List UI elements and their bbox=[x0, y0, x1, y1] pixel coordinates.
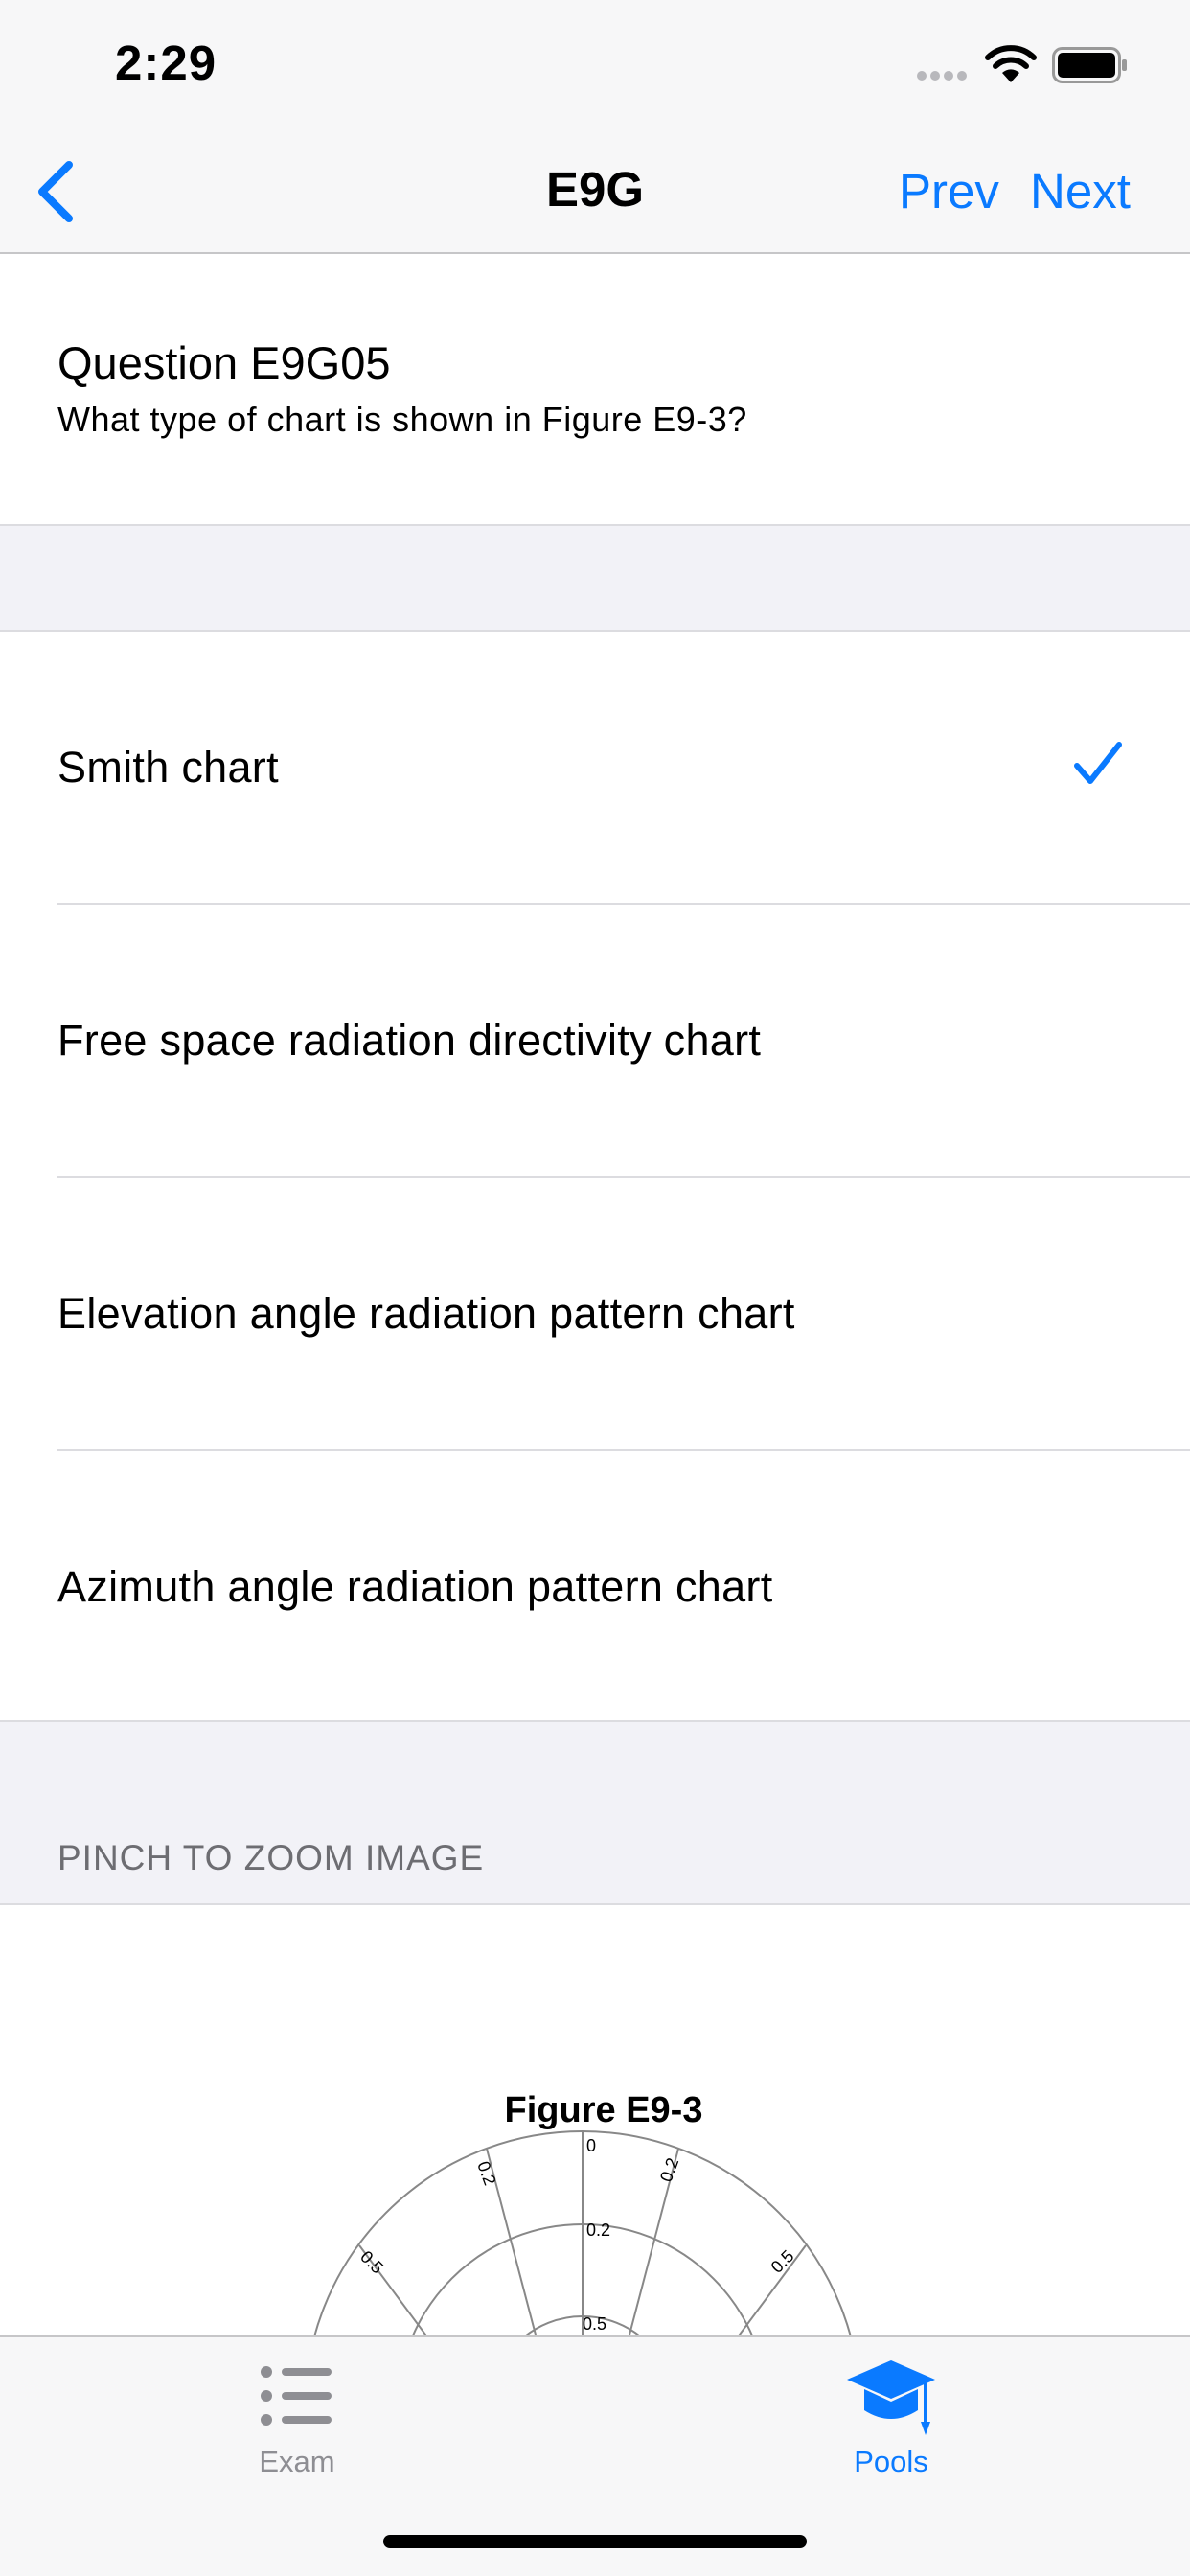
page-title: E9G bbox=[545, 162, 645, 217]
tick-label: 0.2 bbox=[586, 2220, 610, 2240]
answer-label: Elevation angle radiation pattern chart bbox=[57, 1289, 795, 1338]
answer-option-free-space[interactable]: Free space radiation directivity chart bbox=[0, 905, 1190, 1178]
next-button[interactable]: Next bbox=[1030, 163, 1131, 219]
image-section-header: PINCH TO ZOOM IMAGE bbox=[57, 1838, 485, 1877]
answer-option-azimuth[interactable]: Azimuth angle radiation pattern chart bbox=[0, 1451, 1190, 1724]
answer-option-elevation[interactable]: Elevation angle radiation pattern chart bbox=[0, 1178, 1190, 1451]
answer-list: Smith chart Free space radiation directi… bbox=[0, 630, 1190, 1722]
prev-button[interactable]: Prev bbox=[899, 163, 999, 219]
tab-label: Pools bbox=[854, 2445, 928, 2478]
tab-exam[interactable]: Exam bbox=[153, 2337, 441, 2491]
tick-label: 0.5 bbox=[583, 2314, 606, 2334]
status-time: 2:29 bbox=[115, 35, 217, 90]
status-bar: 2:29 bbox=[0, 0, 1190, 126]
tick-label: 0.5 bbox=[356, 2247, 387, 2278]
wifi-icon bbox=[985, 45, 1037, 82]
tab-label: Exam bbox=[259, 2445, 335, 2478]
answer-label: Smith chart bbox=[57, 743, 279, 792]
figure-title: Figure E9-3 bbox=[505, 2090, 703, 2130]
figure-image[interactable]: Figure E9-3 0 0.2 0.2 0.2 0.5 0.5 0.5 bbox=[0, 1903, 1190, 2336]
list-icon bbox=[261, 2366, 332, 2426]
answer-label: Azimuth angle radiation pattern chart bbox=[57, 1562, 773, 1611]
checkmark-icon bbox=[1074, 742, 1122, 784]
battery-icon bbox=[1052, 47, 1127, 83]
cellular-signal-icon bbox=[917, 71, 967, 80]
tick-label: 0.2 bbox=[656, 2155, 682, 2184]
question-block: Question E9G05 What type of chart is sho… bbox=[0, 254, 1190, 526]
question-title: Question E9G05 bbox=[57, 337, 391, 388]
smith-chart-figure: Figure E9-3 0 0.2 0.2 0.2 0.5 0.5 0.5 bbox=[313, 2090, 852, 2336]
navigation-bar: E9G Prev Next bbox=[0, 126, 1190, 254]
answer-label: Free space radiation directivity chart bbox=[57, 1016, 762, 1065]
tick-label: 0 bbox=[586, 2136, 596, 2155]
answer-option-smith-chart[interactable]: Smith chart bbox=[0, 632, 1190, 905]
tick-label: 0.5 bbox=[767, 2246, 798, 2277]
graduation-cap-icon bbox=[847, 2360, 935, 2435]
question-text: What type of chart is shown in Figure E9… bbox=[57, 400, 747, 439]
home-indicator bbox=[383, 2535, 807, 2548]
tab-pools[interactable]: Pools bbox=[747, 2337, 1035, 2491]
